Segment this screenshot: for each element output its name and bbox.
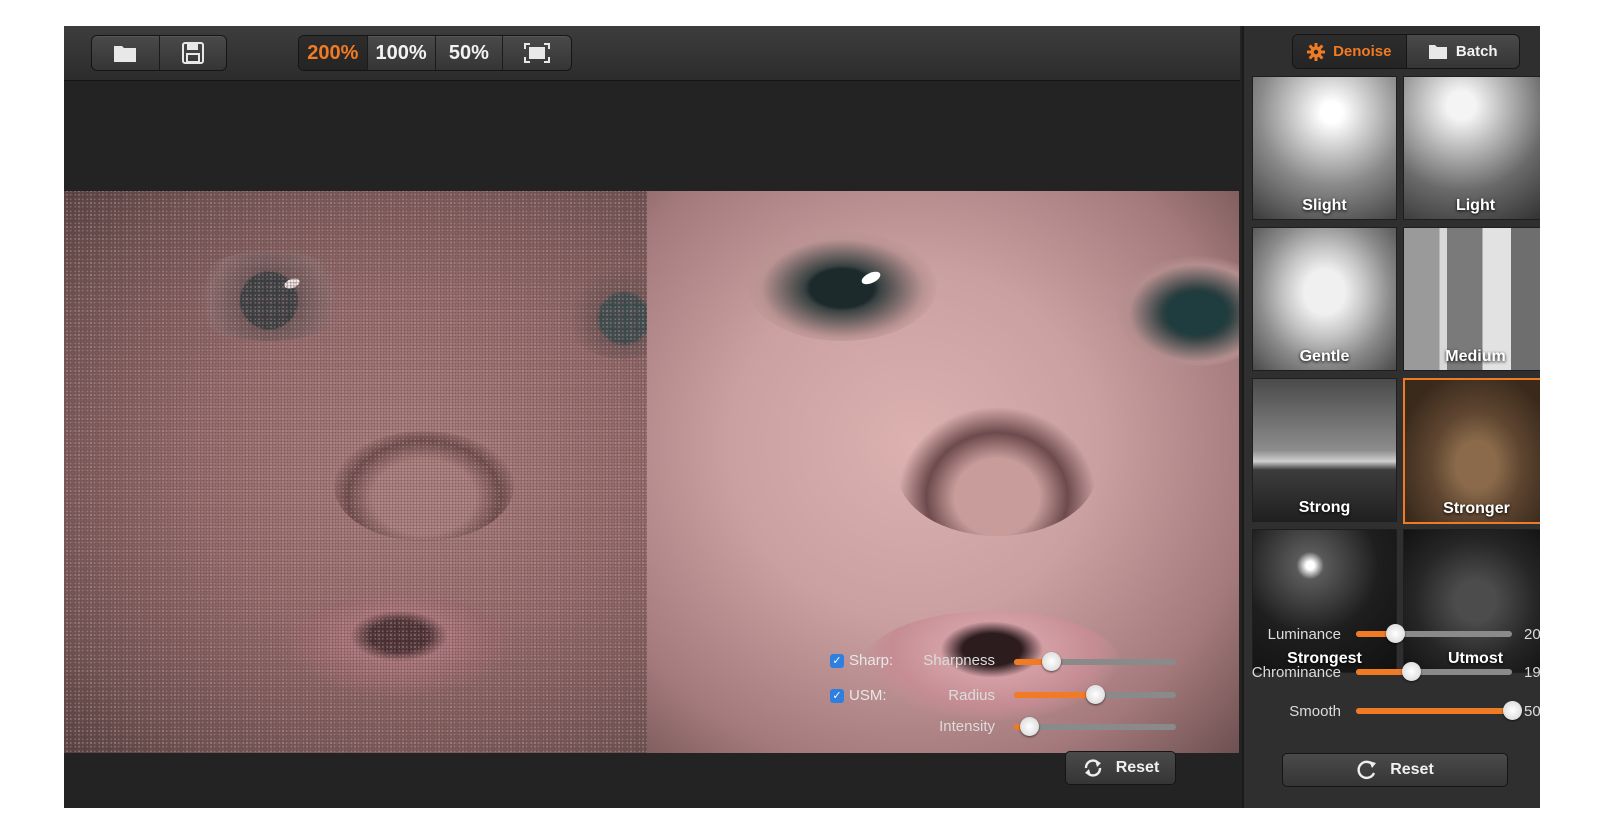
noise-overlay: [64, 191, 647, 753]
tab-batch-label: Batch: [1455, 43, 1498, 60]
smooth-slider[interactable]: [1356, 701, 1522, 720]
smooth-slider-fill: [1356, 708, 1512, 714]
toolbar: 200% 100% 50%: [64, 26, 1240, 81]
preset-light[interactable]: Light: [1403, 76, 1540, 220]
zoom-50-label: 50%: [448, 41, 489, 64]
preset-slight-label: Slight: [1302, 197, 1347, 214]
chrominance-value: 19: [1524, 664, 1540, 681]
luminance-label: Luminance: [1267, 626, 1341, 643]
canvas-bottom-margin: [64, 753, 1240, 808]
intensity-slider-knob[interactable]: [1020, 717, 1039, 736]
original-image-pane[interactable]: [64, 191, 647, 753]
preset-medium[interactable]: Medium: [1403, 227, 1540, 371]
nose: [897, 406, 1097, 536]
fit-screen-icon: [524, 43, 551, 63]
luminance-slider[interactable]: [1356, 624, 1512, 643]
zoom-100-label: 100%: [375, 41, 427, 64]
sharp-checkbox[interactable]: ✓: [830, 653, 844, 668]
open-folder-button[interactable]: [92, 36, 160, 70]
intensity-label: Intensity: [939, 718, 995, 735]
sharpen-reset-button[interactable]: Reset: [1065, 751, 1176, 785]
zoom-100-button[interactable]: 100%: [368, 36, 436, 70]
chrominance-slider[interactable]: [1356, 662, 1512, 681]
preset-strong-label: Strong: [1298, 499, 1351, 516]
sharpness-label: Sharpness: [923, 652, 995, 669]
fit-screen-button[interactable]: [503, 36, 571, 70]
preset-slight[interactable]: Slight: [1252, 76, 1397, 220]
preset-utmost[interactable]: Utmost: [1403, 529, 1540, 673]
preset-utmost-label: Utmost: [1447, 650, 1504, 667]
sharp-label: Sharp:: [849, 652, 894, 669]
refresh-icon: [1357, 760, 1377, 780]
tab-denoise[interactable]: Denoise: [1293, 35, 1407, 68]
radius-slider-knob[interactable]: [1086, 685, 1105, 704]
mode-tabs: Denoise Batch: [1292, 34, 1520, 69]
canvas-top-margin: [64, 81, 1240, 191]
tab-denoise-label: Denoise: [1333, 43, 1392, 60]
usm-checkbox[interactable]: ✓: [830, 688, 844, 703]
sharp-checkbox-row[interactable]: ✓ Sharp:: [830, 652, 893, 669]
preset-stronger-label: Stronger: [1443, 500, 1510, 517]
luminance-value: 20: [1524, 626, 1540, 643]
save-disk-icon: [181, 42, 204, 64]
zoom-50-button[interactable]: 50%: [436, 36, 504, 70]
zoom-button-group: 200% 100% 50%: [298, 35, 572, 71]
sharpen-reset-label: Reset: [1115, 759, 1160, 776]
denoise-reset-label: Reset: [1390, 761, 1434, 778]
zoom-200-label: 200%: [307, 41, 359, 64]
radius-label: Radius: [948, 687, 995, 704]
preset-medium-label: Medium: [1445, 348, 1506, 365]
folder-icon: [114, 46, 137, 62]
zoom-200-button[interactable]: 200%: [299, 36, 368, 70]
usm-label: USM:: [849, 687, 887, 704]
preset-stronger[interactable]: Stronger: [1403, 378, 1540, 524]
smooth-slider-knob[interactable]: [1503, 701, 1522, 720]
gear-icon: [1307, 42, 1326, 61]
denoise-reset-button[interactable]: Reset: [1282, 753, 1508, 787]
radius-slider[interactable]: [1014, 685, 1176, 704]
chrominance-slider-knob[interactable]: [1402, 662, 1421, 681]
file-button-group: [91, 35, 227, 71]
preset-light-label: Light: [1455, 197, 1496, 214]
preset-strong[interactable]: Strong: [1252, 378, 1397, 522]
usm-checkbox-row[interactable]: ✓ USM:: [830, 687, 887, 704]
preset-gentle-label: Gentle: [1299, 348, 1350, 365]
save-button[interactable]: [160, 36, 227, 70]
smooth-value: 50: [1524, 703, 1540, 720]
sharpness-slider-knob[interactable]: [1042, 652, 1061, 671]
refresh-icon: [1084, 759, 1101, 777]
denoise-app-window: 200% 100% 50% ✓ Sharp: ✓ USM: Sharpness …: [64, 26, 1540, 808]
folder-icon: [1428, 45, 1447, 59]
intensity-slider[interactable]: [1014, 717, 1176, 736]
preset-gentle[interactable]: Gentle: [1252, 227, 1397, 371]
preset-strongest[interactable]: Strongest: [1252, 529, 1397, 673]
sharpness-slider[interactable]: [1014, 652, 1176, 671]
presets-sidebar: Denoise Batch Slight Light Gentle Medium…: [1242, 26, 1540, 808]
radius-slider-fill: [1014, 692, 1095, 698]
left-eye: [747, 231, 937, 341]
luminance-slider-knob[interactable]: [1386, 624, 1405, 643]
right-eye-partial: [1117, 256, 1239, 366]
chrominance-label: Chrominance: [1251, 664, 1341, 681]
smooth-label: Smooth: [1289, 703, 1341, 720]
tab-batch[interactable]: Batch: [1407, 35, 1520, 68]
